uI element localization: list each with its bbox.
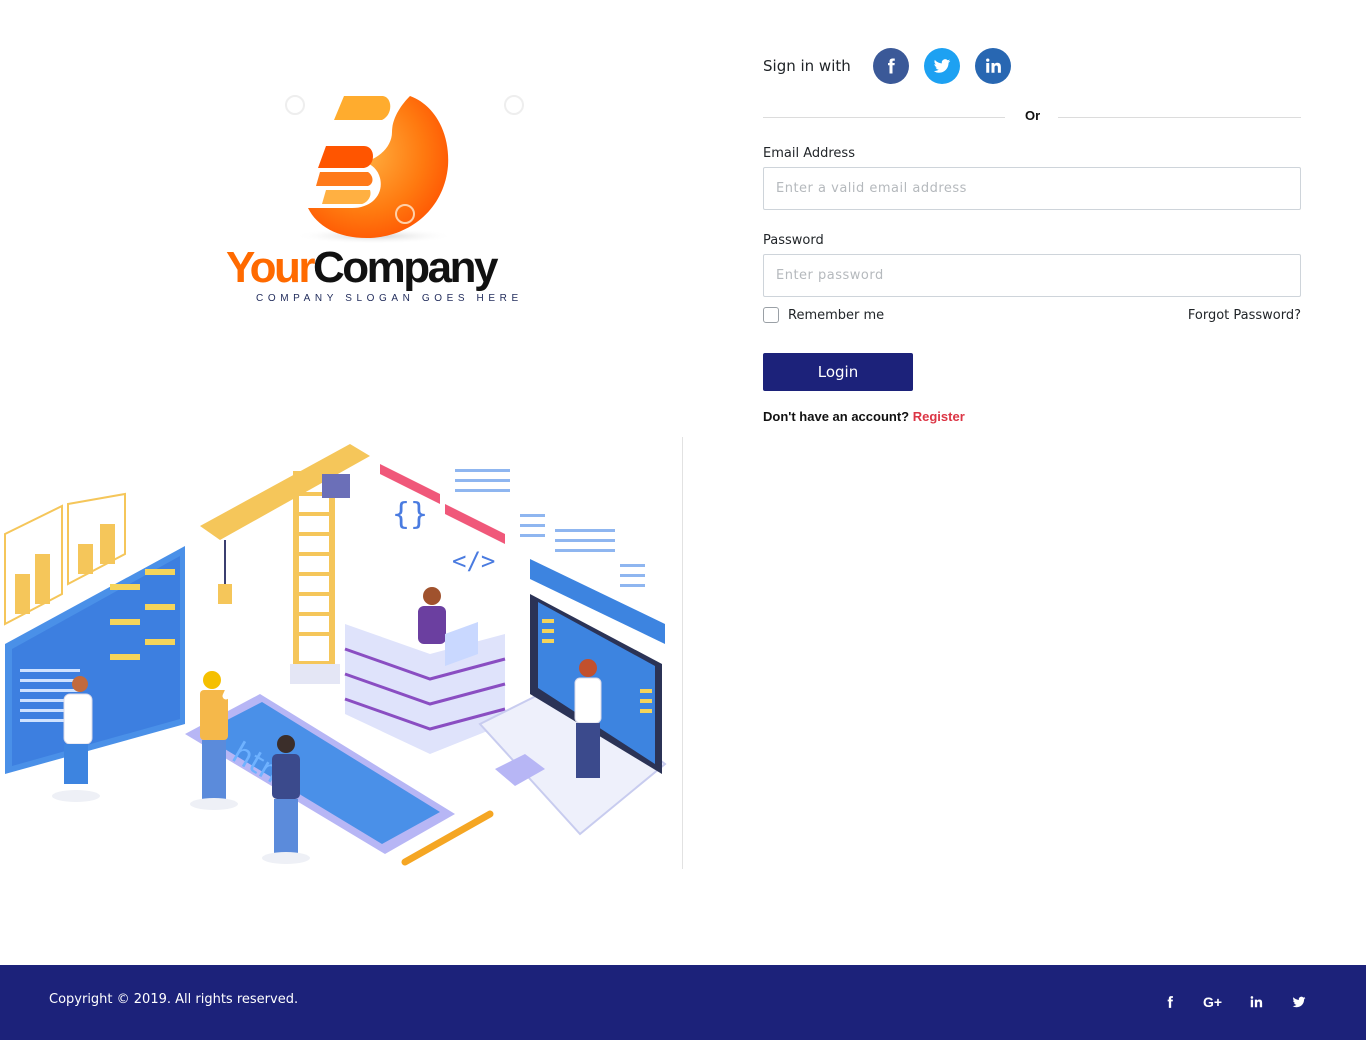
linkedin-signin-button[interactable]	[974, 48, 1011, 84]
forgot-password-link[interactable]: Forgot Password?	[1188, 308, 1301, 323]
footer-facebook-link[interactable]	[1148, 993, 1191, 1011]
register-prompt: Don't have an account?	[763, 409, 910, 424]
twitter-icon	[933, 59, 951, 73]
password-field[interactable]	[763, 254, 1301, 297]
svg-text:</>: </>	[452, 547, 495, 575]
company-name: YourCompany	[226, 243, 498, 292]
or-text: Or	[1025, 108, 1041, 123]
facebook-signin-button[interactable]	[872, 48, 909, 84]
facebook-icon	[1167, 996, 1173, 1008]
password-label: Password	[763, 233, 824, 248]
footer-google-plus-link[interactable]: G+	[1191, 993, 1234, 1011]
company-logo: YourCompany COMPANY SLOGAN GOES HERE	[222, 86, 532, 312]
form-options-row: Remember me Forgot Password?	[763, 306, 1301, 324]
register-link[interactable]: Register	[913, 409, 965, 424]
register-row: Don't have an account? Register	[763, 409, 1301, 424]
company-name-part2: Company	[312, 243, 498, 292]
google-plus-icon: G+	[1202, 994, 1223, 1010]
separator-line-left	[763, 117, 1005, 118]
footer-twitter-link[interactable]	[1277, 993, 1320, 1011]
twitter-signin-button[interactable]	[923, 48, 960, 84]
vertical-divider	[682, 437, 683, 869]
company-slogan: COMPANY SLOGAN GOES HERE	[256, 293, 523, 304]
login-button[interactable]: Login	[763, 353, 913, 391]
facebook-icon	[887, 58, 895, 74]
company-name-part1: Your	[226, 243, 315, 292]
email-label: Email Address	[763, 146, 855, 161]
login-form: Sign in with Or Email Address Password R…	[763, 40, 1301, 424]
or-separator: Or	[763, 104, 1301, 130]
logo-emblem-icon	[285, 95, 524, 244]
signin-with-label: Sign in with	[763, 57, 851, 75]
email-field[interactable]	[763, 167, 1301, 210]
footer: Copyright © 2019. All rights reserved. G…	[0, 965, 1366, 1040]
linkedin-icon	[1250, 996, 1262, 1008]
web-development-illustration: {} </> html	[0, 434, 672, 874]
footer-linkedin-link[interactable]	[1234, 993, 1277, 1011]
separator-line-right	[1058, 117, 1301, 118]
remember-me-label: Remember me	[788, 307, 885, 323]
remember-me[interactable]: Remember me	[763, 307, 884, 323]
svg-text:{}: {}	[392, 497, 428, 532]
linkedin-icon	[985, 58, 1001, 73]
footer-social-links: G+	[1148, 993, 1320, 1011]
twitter-icon	[1292, 996, 1305, 1008]
copyright-text: Copyright © 2019. All rights reserved.	[49, 992, 299, 1007]
social-signin-row: Sign in with	[763, 40, 1301, 92]
remember-me-checkbox[interactable]	[763, 307, 779, 323]
